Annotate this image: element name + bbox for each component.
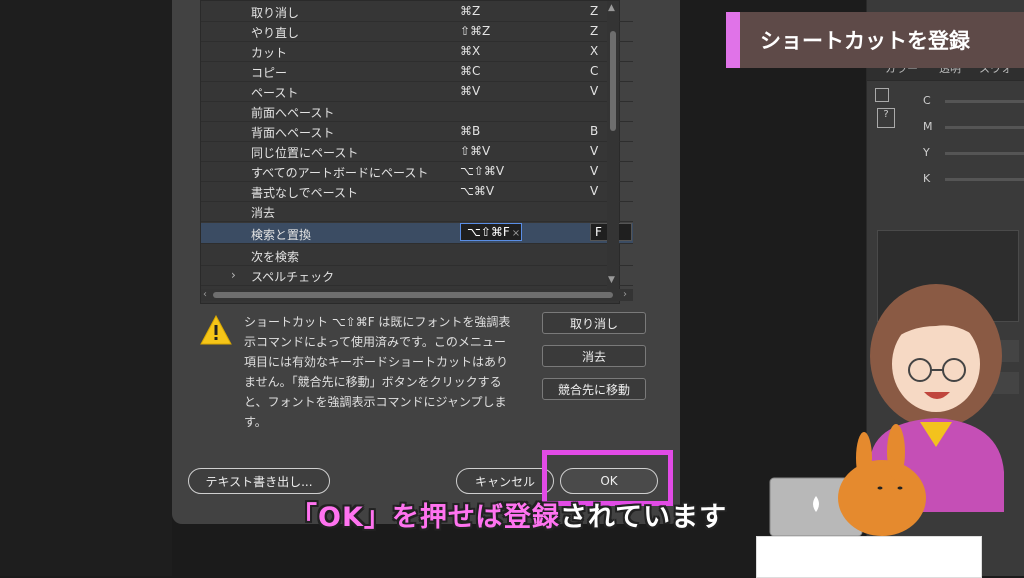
- presenter-illustration: [769, 284, 1004, 537]
- shortcut-table: 取り消し ⌘Z Z やり直し ⇧⌘Z Z カット ⌘X X コピー ⌘C C ペースト ⌘V V 前…: [200, 0, 633, 304]
- clear-button[interactable]: 消去: [542, 345, 646, 367]
- cancel-button[interactable]: キャンセル: [456, 468, 554, 494]
- subtitle-caption: 「OK」を押せば登録されています: [290, 495, 727, 534]
- title-accent: [726, 12, 740, 68]
- subtitle-part3: されています: [559, 502, 728, 533]
- horizontal-scrollbar[interactable]: ‹ ›: [201, 289, 633, 301]
- scroll-right-icon[interactable]: ›: [623, 289, 627, 300]
- slider-c[interactable]: C: [917, 94, 1024, 108]
- slider-k[interactable]: K: [917, 172, 1024, 186]
- table-row-selected[interactable]: 検索と置換 ⌥⇧⌘F × F: [201, 223, 633, 244]
- background-left: [0, 0, 172, 576]
- table-row[interactable]: 消去: [201, 201, 633, 222]
- table-row[interactable]: ペースト ⌘V V: [201, 81, 633, 102]
- vertical-scrollbar[interactable]: ▲ ▼: [607, 1, 619, 289]
- white-box: [756, 536, 982, 578]
- goto-conflict-button[interactable]: 競合先に移動: [542, 378, 646, 400]
- scroll-down-icon[interactable]: ▼: [608, 275, 615, 285]
- title-card: ショートカットを登録: [726, 12, 1024, 68]
- clear-icon[interactable]: ×: [512, 228, 520, 239]
- chevron-right-icon[interactable]: ›: [231, 268, 236, 282]
- table-row[interactable]: 取り消し ⌘Z Z: [201, 1, 633, 22]
- slider-y[interactable]: Y: [917, 146, 1024, 160]
- scroll-up-icon[interactable]: ▲: [608, 3, 615, 13]
- table-row[interactable]: やり直し ⇧⌘Z Z: [201, 21, 633, 42]
- undo-button[interactable]: 取り消し: [542, 312, 646, 334]
- keyboard-shortcuts-dialog: 取り消し ⌘Z Z やり直し ⇧⌘Z Z カット ⌘X X コピー ⌘C C ペースト ⌘V V 前…: [172, 0, 680, 524]
- table-row[interactable]: 同じ位置にペースト ⇧⌘V V: [201, 141, 633, 162]
- table-row[interactable]: 背面へペースト ⌘B B: [201, 121, 633, 142]
- subtitle-part2: 登録: [503, 502, 560, 533]
- table-row[interactable]: カット ⌘X X: [201, 41, 633, 62]
- slider-m[interactable]: M: [917, 120, 1024, 134]
- table-row[interactable]: 次を検索: [201, 245, 633, 266]
- warning-icon: [200, 315, 232, 345]
- table-row[interactable]: すべてのアートボードにペースト ⌥⇧⌘V V: [201, 161, 633, 182]
- scroll-thumb[interactable]: [610, 31, 616, 131]
- scroll-left-icon[interactable]: ‹: [203, 289, 207, 300]
- table-row[interactable]: › スペルチェック: [201, 265, 633, 286]
- export-text-button[interactable]: テキスト書き出し...: [188, 468, 330, 494]
- table-row[interactable]: コピー ⌘C C: [201, 61, 633, 82]
- shortcut-input[interactable]: ⌥⇧⌘F ×: [460, 223, 522, 241]
- table-row[interactable]: 書式なしでペースト ⌥⌘V V: [201, 181, 633, 202]
- subtitle-part1: 「OK」を押せば: [290, 502, 504, 533]
- cmyk-sliders: C M Y K: [867, 86, 1024, 206]
- warning-message: ショートカット ⌥⇧⌘F は既にフォントを強調表示コマンドによって使用済みです。…: [244, 315, 511, 429]
- table-row[interactable]: 前面へペースト: [201, 101, 633, 122]
- scroll-thumb[interactable]: [213, 292, 613, 298]
